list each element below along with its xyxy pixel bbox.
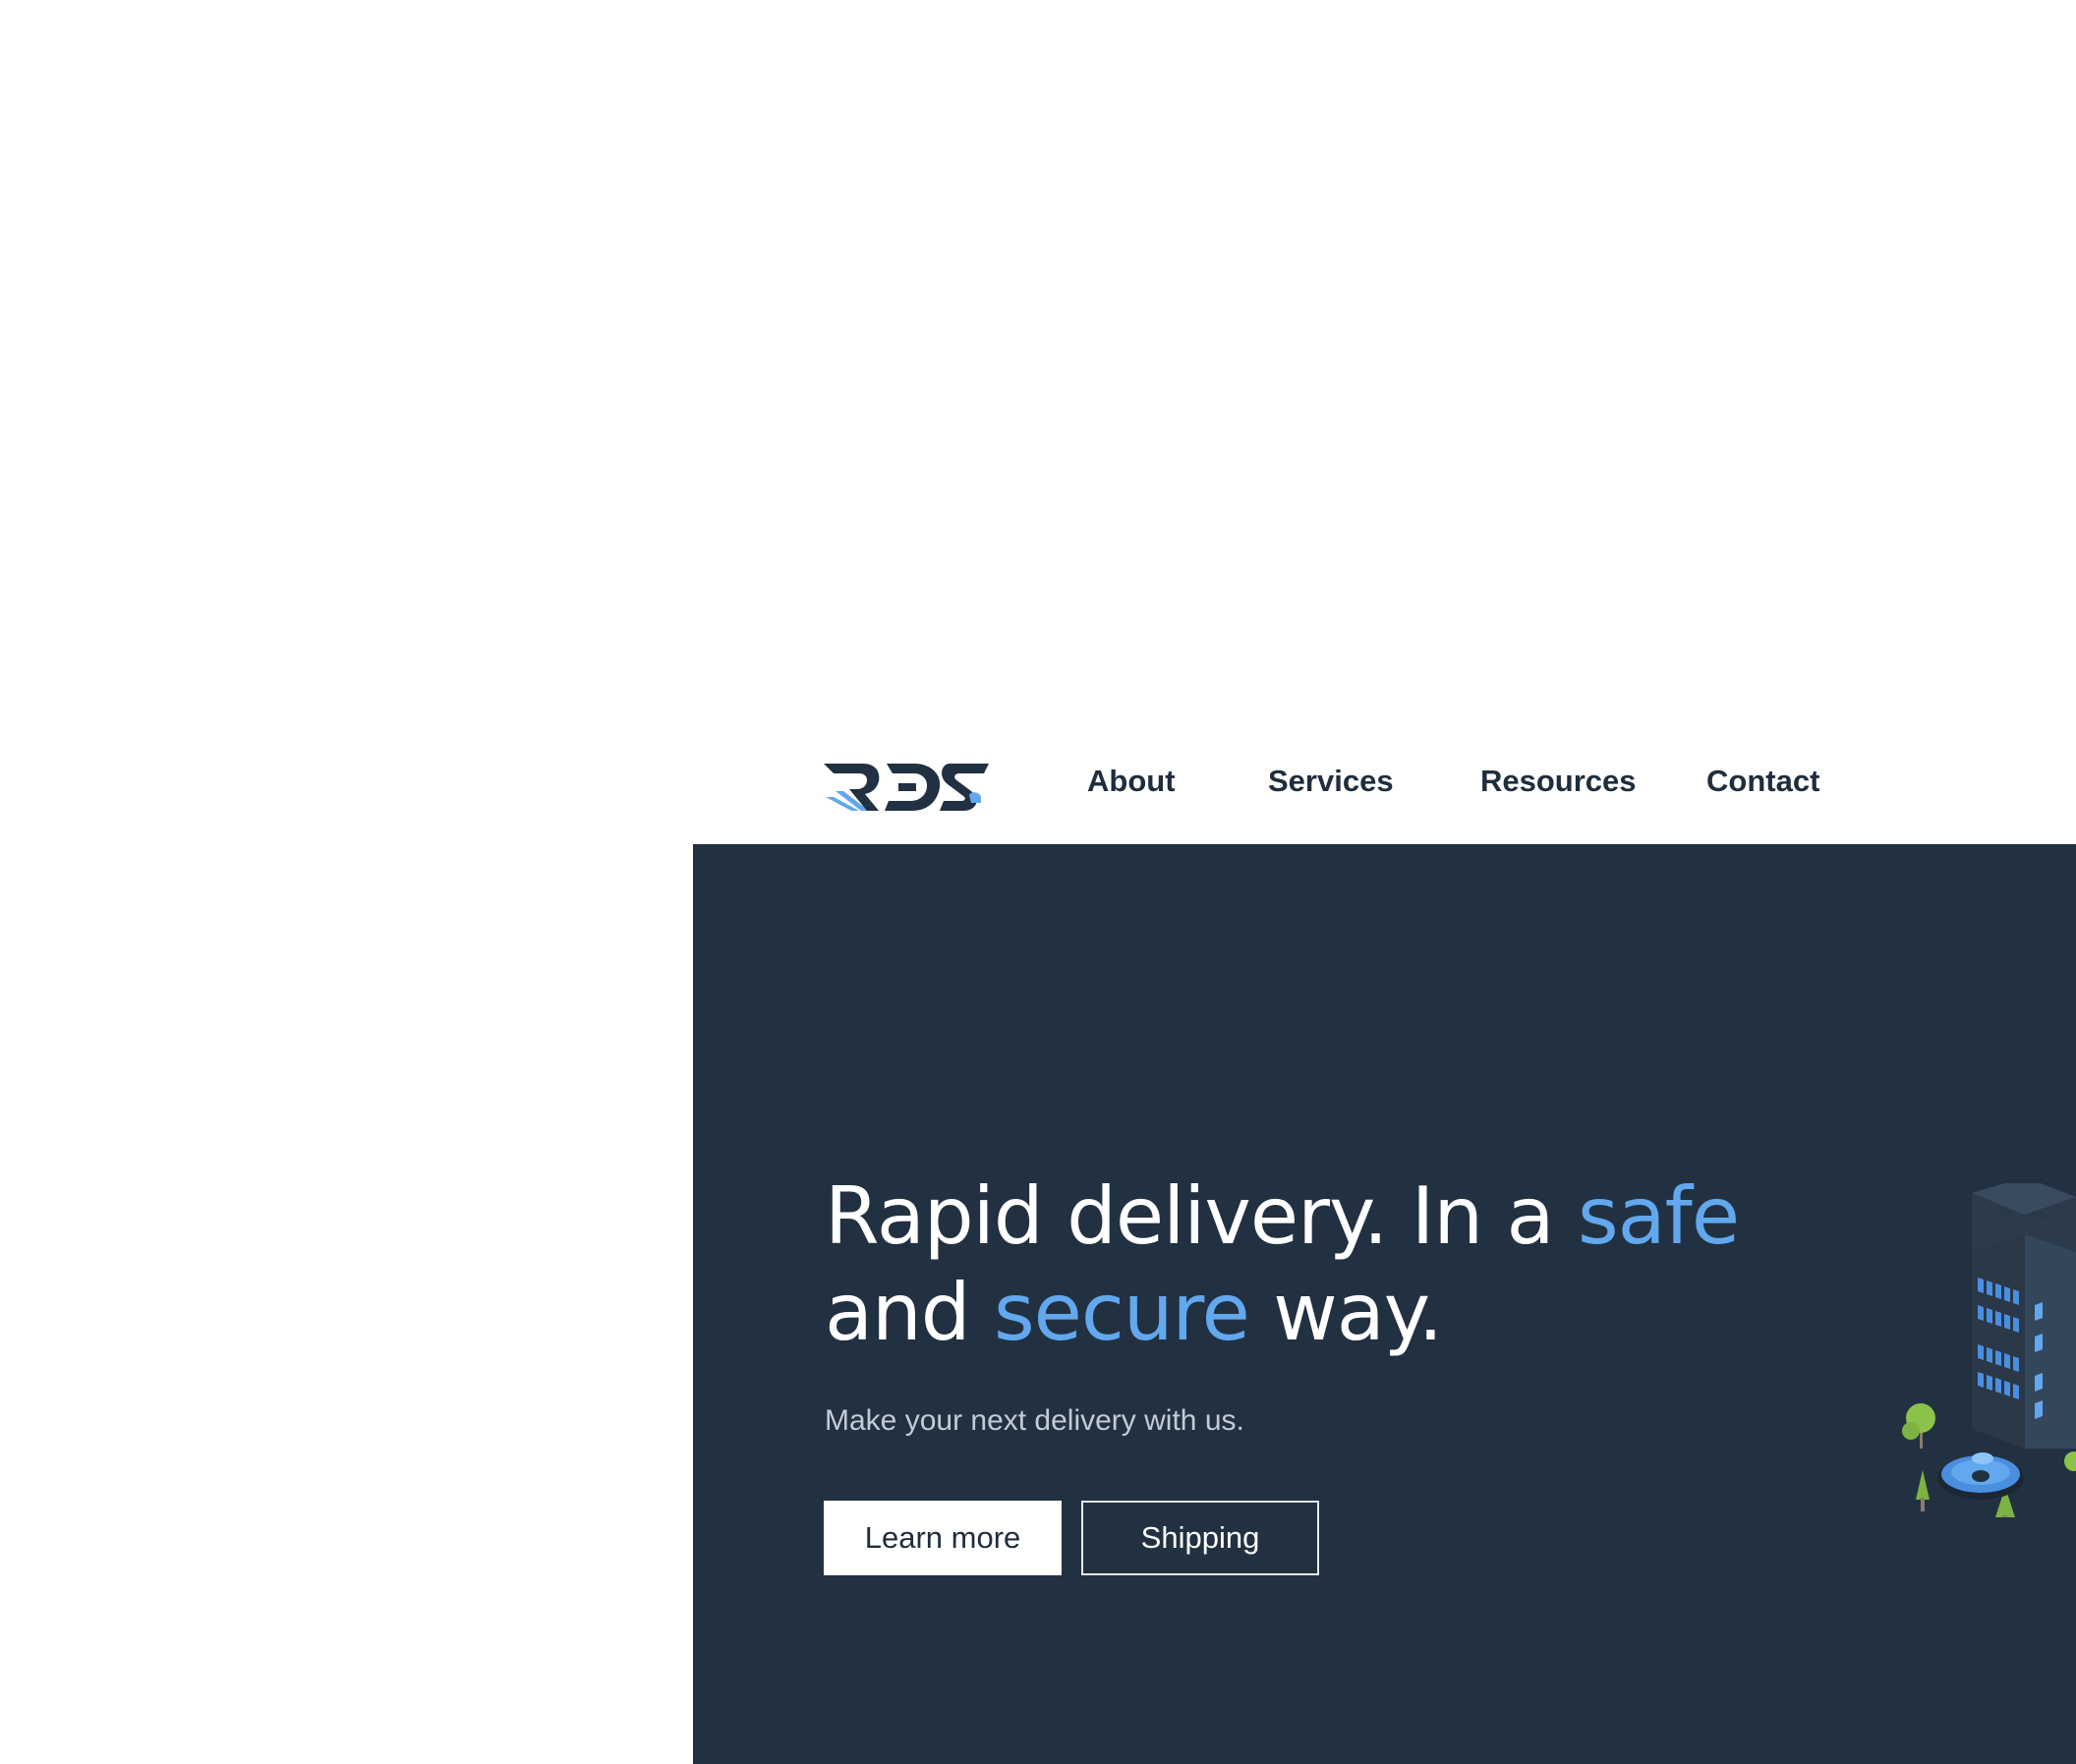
learn-more-button[interactable]: Learn more <box>824 1501 1062 1575</box>
rds-logo-icon <box>824 764 989 811</box>
hero-headline: Rapid delivery. In a safe and secure way. <box>825 1168 1768 1361</box>
headline-accent-secure: secure <box>993 1267 1250 1358</box>
tree-icon <box>2064 1451 2076 1471</box>
headline-part2: and <box>825 1267 994 1358</box>
pine-tree-icon <box>1916 1470 1930 1511</box>
hero-section: Rapid delivery. In a safe and secure way.… <box>693 844 2076 1764</box>
headline-part1: Rapid delivery. In a <box>825 1170 1578 1262</box>
drone-pad-icon <box>1937 1452 2024 1500</box>
headline-part3: way. <box>1248 1267 1443 1358</box>
headline-accent-safe: safe <box>1577 1170 1740 1262</box>
shipping-button[interactable]: Shipping <box>1081 1501 1319 1575</box>
hero-subtitle: Make your next delivery with us. <box>825 1404 1244 1437</box>
tree-icon <box>1902 1403 1935 1449</box>
nav-link-resources[interactable]: Resources <box>1480 764 1637 799</box>
nav-link-services[interactable]: Services <box>1268 764 1394 799</box>
nav-link-contact[interactable]: Contact <box>1706 764 1819 799</box>
isometric-city-illustration <box>1902 1183 2076 1517</box>
site-header: About Services Resources Contact <box>824 744 1905 823</box>
rds-logo[interactable] <box>824 754 991 815</box>
building-icon <box>1972 1183 2076 1449</box>
nav-link-about[interactable]: About <box>1087 764 1176 799</box>
